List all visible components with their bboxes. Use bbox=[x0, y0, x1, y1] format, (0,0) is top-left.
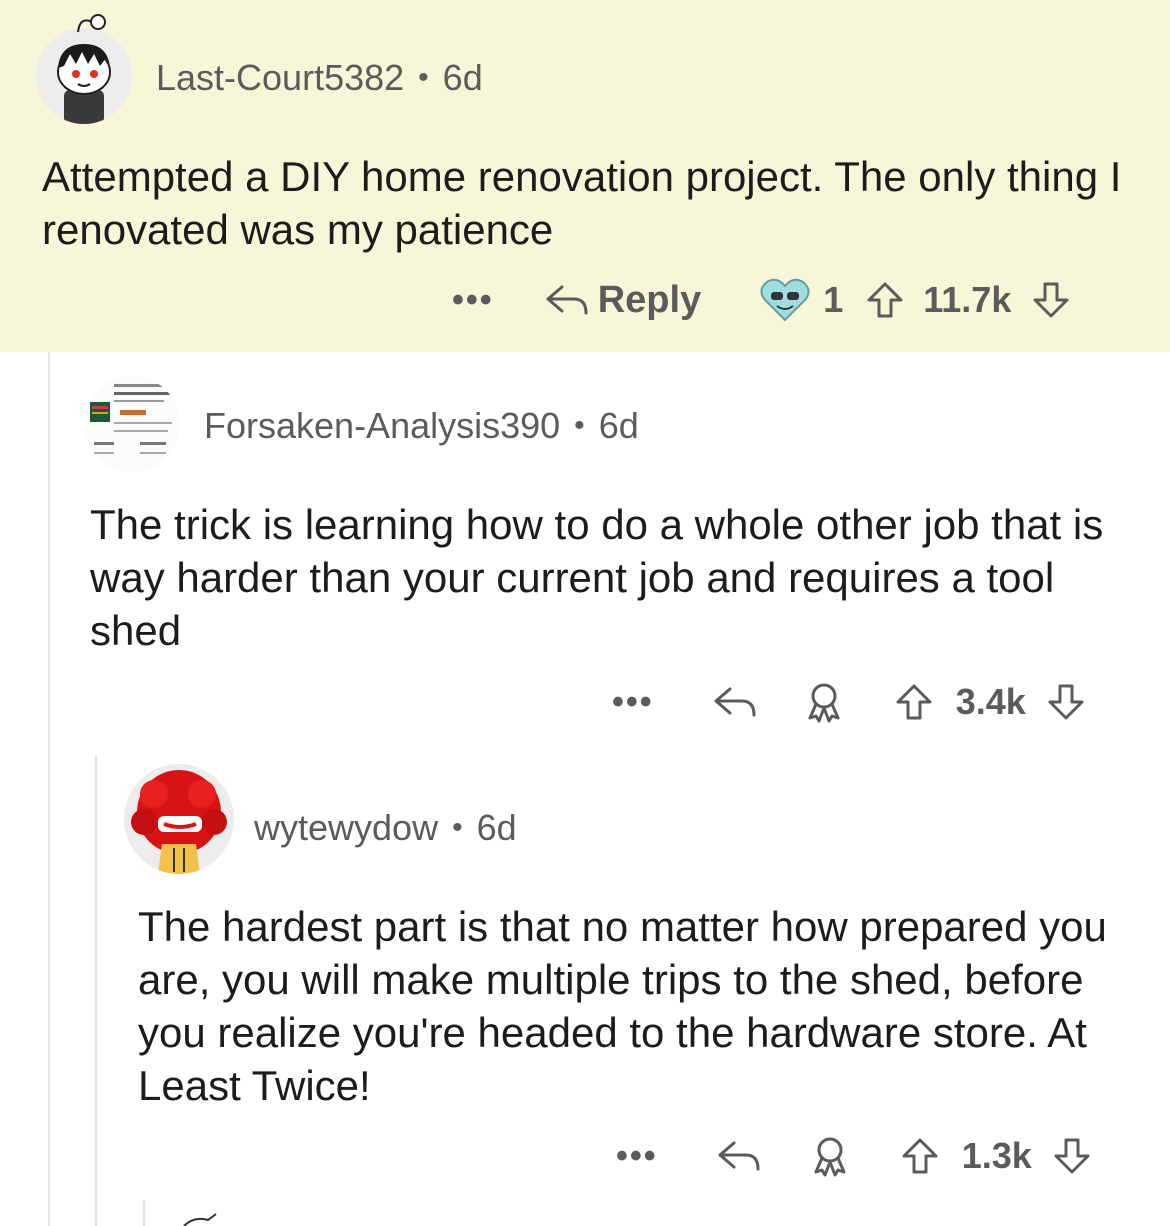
comment-actions: ••• Reply 1 11.7k bbox=[452, 270, 1071, 330]
vote-count: 3.4k bbox=[955, 681, 1026, 722]
vote-count: 1.3k bbox=[961, 1135, 1032, 1176]
separator-dot: • bbox=[574, 409, 585, 442]
award-count: 1 bbox=[823, 279, 844, 320]
downvote-icon[interactable] bbox=[1031, 280, 1071, 320]
reply-icon bbox=[546, 285, 588, 315]
next-comment-avatar-partial bbox=[183, 1213, 217, 1226]
thread-line-level-2[interactable] bbox=[95, 755, 97, 1226]
comment-actions: ••• 3.4k bbox=[612, 672, 1086, 732]
avatar-image bbox=[36, 28, 132, 124]
vote-controls: 1.3k bbox=[900, 1135, 1092, 1177]
comment-body: The trick is learning how to do a whole … bbox=[90, 501, 1104, 654]
reply-icon[interactable] bbox=[716, 1139, 762, 1173]
avatar-image bbox=[124, 764, 234, 874]
upvote-icon[interactable] bbox=[900, 1136, 940, 1176]
comment-actions: ••• 1.3k bbox=[616, 1126, 1092, 1186]
thread-line-level-3[interactable] bbox=[143, 1200, 145, 1226]
vote-controls: 11.7k bbox=[857, 279, 1071, 321]
upvote-icon[interactable] bbox=[894, 682, 934, 722]
comment-age: 6d bbox=[442, 57, 483, 98]
comment-age: 6d bbox=[598, 405, 639, 446]
more-icon[interactable]: ••• bbox=[616, 1137, 658, 1176]
reply-label: Reply bbox=[597, 278, 702, 321]
vote-count: 11.7k bbox=[923, 279, 1012, 320]
vote-controls: 3.4k bbox=[894, 681, 1086, 723]
more-icon[interactable]: ••• bbox=[612, 683, 654, 722]
avatar[interactable] bbox=[124, 764, 234, 874]
award-icon[interactable] bbox=[808, 1134, 852, 1178]
upvote-icon[interactable] bbox=[865, 280, 905, 320]
avatar[interactable] bbox=[36, 28, 132, 124]
more-icon[interactable]: ••• bbox=[452, 281, 494, 320]
comment-meta: Last-Court5382 • 6d bbox=[156, 56, 483, 100]
reply-icon[interactable] bbox=[712, 685, 758, 719]
separator-dot: • bbox=[452, 811, 463, 844]
award-badge[interactable]: 1 bbox=[759, 278, 843, 322]
avatar[interactable] bbox=[84, 376, 180, 472]
username[interactable]: Last-Court5382 bbox=[156, 57, 404, 99]
comment-meta: Forsaken-Analysis390 • 6d bbox=[204, 404, 639, 448]
award-icon[interactable] bbox=[802, 680, 846, 724]
reply-button[interactable]: Reply bbox=[544, 279, 701, 322]
comment-body: Attempted a DIY home renovation project.… bbox=[42, 153, 1122, 253]
comment-meta: wytewydow • 6d bbox=[254, 806, 517, 850]
downvote-icon[interactable] bbox=[1046, 682, 1086, 722]
comment-age: 6d bbox=[476, 807, 517, 848]
downvote-icon[interactable] bbox=[1052, 1136, 1092, 1176]
heart-eyes-award-icon bbox=[760, 278, 810, 322]
comment-body: The hardest part is that no matter how p… bbox=[138, 903, 1107, 1109]
avatar-antenna-icon bbox=[77, 14, 106, 33]
thread-line-level-1[interactable] bbox=[48, 352, 50, 1226]
separator-dot: • bbox=[418, 61, 429, 94]
username[interactable]: wytewydow bbox=[254, 807, 438, 849]
avatar-image bbox=[84, 376, 180, 472]
username[interactable]: Forsaken-Analysis390 bbox=[204, 405, 560, 447]
